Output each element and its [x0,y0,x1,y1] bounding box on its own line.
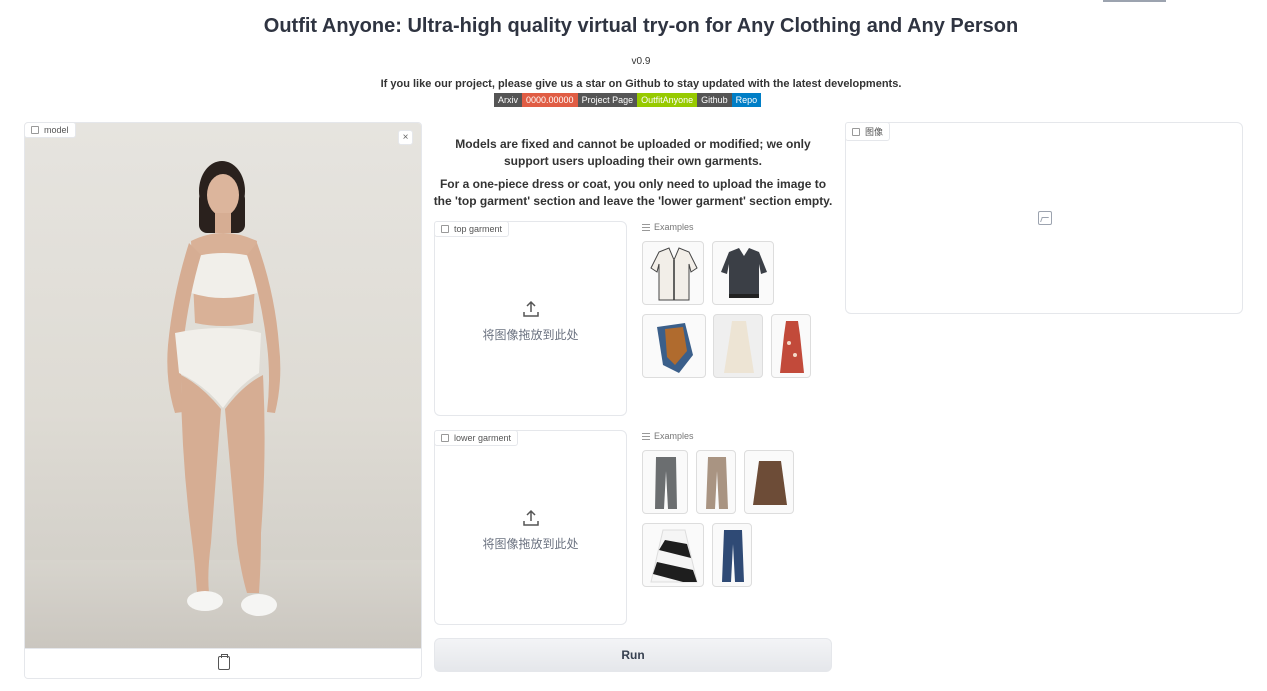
drop-zone: 将图像拖放到此处 [435,300,626,343]
dress-image [724,321,754,373]
run-button[interactable]: Run [434,638,832,672]
github-badge[interactable]: Github Repo [697,93,762,107]
example-top-dress-red[interactable] [771,314,811,378]
jacket-image [721,248,767,298]
output-label: 图像 [865,127,884,137]
close-button[interactable]: × [398,130,413,145]
jeans-image [722,530,744,582]
badge-label: Project Page [577,93,638,107]
badge-value: OutfitAnyone [637,93,698,107]
image-icon [441,434,449,442]
example-top-dress-light[interactable] [713,314,763,378]
example-lower-jeans[interactable] [712,523,752,587]
example-lower-striped-skirt[interactable] [642,523,704,587]
drop-text: 将图像拖放到此处 [482,328,579,342]
drop-zone: 将图像拖放到此处 [435,509,626,552]
list-icon [642,223,650,231]
example-lower-gray-pants[interactable] [642,450,688,514]
example-lower-beige-pants[interactable] [696,450,736,514]
output-image-panel: 图像 [845,122,1243,314]
lower-garment-label: lower garment [454,433,512,443]
cardigan-image [650,247,698,301]
badge-value: 0000.00000 [522,93,578,107]
beige-pants-image [706,457,728,509]
model-label-tag: model [25,123,76,138]
upload-icon [522,300,540,318]
example-top-cardigan[interactable] [642,241,704,305]
image-icon [31,126,39,134]
intro-text: If you like our project, please give us … [380,78,902,90]
badge-label: Github [697,93,732,107]
model-image-panel[interactable]: model × [24,122,422,679]
output-label-tag: 图像 [845,122,891,141]
clipboard-icon[interactable] [218,654,230,670]
badge-label: Arxiv [494,93,522,107]
project-page-badge[interactable]: Project Page OutfitAnyone [577,93,698,107]
scarf-image [657,323,693,373]
top-garment-upload[interactable]: top garment 将图像拖放到此处 [434,221,627,416]
top-garment-label: top garment [454,224,503,234]
badge-value: Repo [731,93,762,107]
leather-skirt-image [753,461,787,505]
model-footer [25,648,421,678]
notice-models-fixed: Models are fixed and cannot be uploaded … [455,137,811,168]
image-icon [852,127,860,136]
lower-garment-upload[interactable]: lower garment 将图像拖放到此处 [434,430,627,625]
badge-row: Arxiv 0000.00000 Project Page OutfitAnyo… [494,93,762,107]
model-figure [167,161,281,616]
gray-pants-image [655,457,677,509]
lower-garment-tag: lower garment [434,430,519,446]
page-title: Outfit Anyone: Ultra-high quality virtua… [263,15,1019,37]
floral-dress-image [780,321,804,373]
drop-text: 将图像拖放到此处 [482,537,579,551]
example-lower-leather-skirt[interactable] [744,450,794,514]
lower-examples-label: Examples [642,431,694,441]
model-photo [25,123,421,650]
top-examples-label: Examples [642,222,694,232]
image-placeholder-icon [1038,211,1052,225]
striped-skirt-image [650,529,698,583]
upload-icon [522,509,540,527]
list-icon [642,432,650,440]
arxiv-badge[interactable]: Arxiv 0000.00000 [494,93,578,107]
example-top-jacket[interactable] [712,241,774,305]
version-label: v0.9 [631,56,651,67]
top-scroll-indicator [1103,0,1166,2]
examples-text: Examples [654,222,694,232]
image-icon [441,225,449,233]
examples-text: Examples [654,431,694,441]
example-top-scarf[interactable] [642,314,706,378]
notice-one-piece: For a one-piece dress or coat, you only … [433,177,833,208]
top-garment-tag: top garment [434,221,510,237]
model-label: model [44,125,69,135]
